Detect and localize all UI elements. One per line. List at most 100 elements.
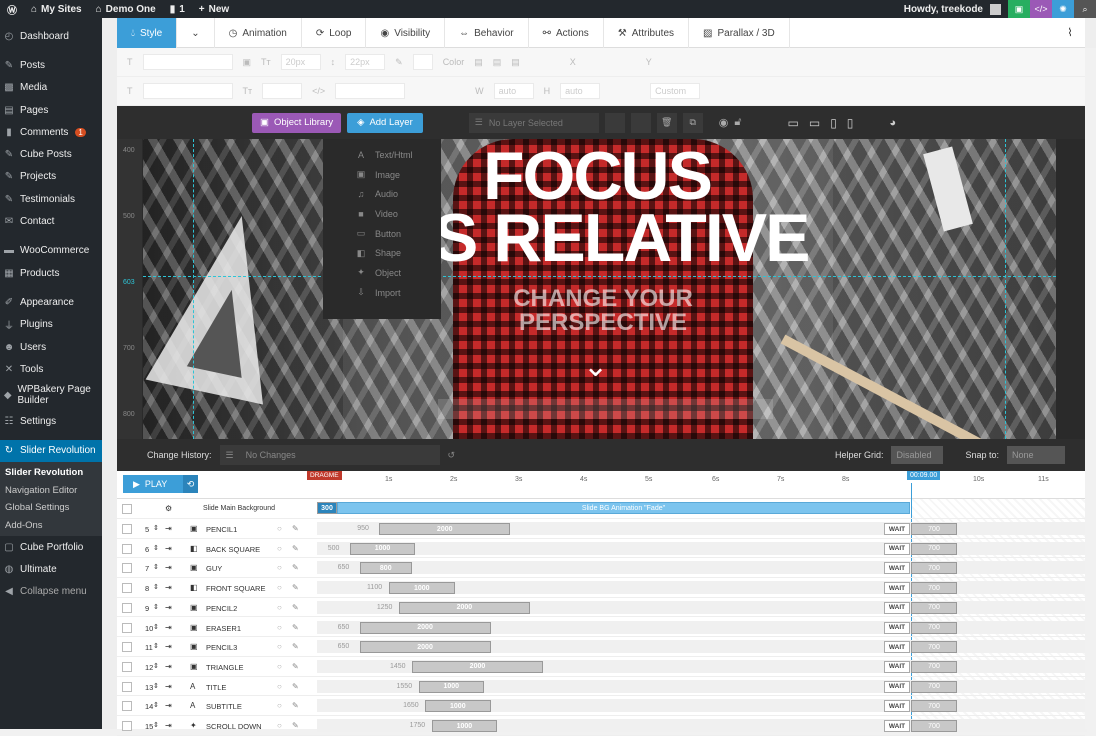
updown-icon[interactable]: ⇕ bbox=[153, 701, 159, 709]
updown-icon[interactable]: ⇕ bbox=[153, 544, 159, 552]
laptop-icon[interactable]: ▭ bbox=[809, 116, 820, 130]
row-checkbox[interactable] bbox=[122, 524, 132, 534]
tab-options[interactable]: ⌇ bbox=[1055, 18, 1085, 47]
layer-name[interactable]: SUBTITLE bbox=[206, 702, 242, 711]
sidebar-item-dashboard[interactable]: ◴ Dashboard bbox=[0, 25, 102, 47]
pencil-icon[interactable]: ✎ bbox=[292, 662, 299, 671]
wait-marker[interactable]: WAIT bbox=[884, 720, 910, 732]
indent-icon[interactable]: ⇥ bbox=[165, 524, 172, 533]
pencil-icon[interactable]: ✎ bbox=[292, 563, 299, 572]
add-layer-option-shape[interactable]: ◧ Shape bbox=[323, 243, 441, 263]
end-animation-bar[interactable]: 700 bbox=[911, 601, 957, 614]
align-center-icon[interactable]: ▤ bbox=[493, 57, 502, 68]
visibility-icon[interactable]: ○ bbox=[277, 642, 282, 651]
trash-icon[interactable]: 🗑 bbox=[656, 112, 677, 133]
layer-row[interactable]: 15 ⇕ ⇥ ✦ SCROLL DOWN ○ ✎ 1750 1000 WAIT 700 bbox=[117, 716, 1087, 736]
wait-marker[interactable]: WAIT bbox=[884, 700, 910, 713]
sidebar-item-tools[interactable]: ✕ Tools bbox=[0, 358, 102, 380]
layer-row[interactable]: 8 ⇕ ⇥ ◧ FRONT SQUARE ○ ✎ 1100 1000 WAIT 700 bbox=[117, 578, 1087, 598]
row-checkbox[interactable] bbox=[122, 563, 132, 574]
pencil-icon[interactable]: ✎ bbox=[292, 682, 299, 691]
chevron-down-icon[interactable]: ⌄ bbox=[583, 349, 608, 384]
tab-behavior[interactable]: ⇔ Behavior bbox=[445, 18, 529, 48]
submenu-item-global-settings[interactable]: Global Settings bbox=[0, 499, 102, 517]
indent-icon[interactable]: ⇥ bbox=[165, 563, 172, 572]
wait-marker[interactable]: WAIT bbox=[884, 641, 910, 654]
pencil-icon[interactable]: ✎ bbox=[292, 603, 299, 612]
letter-spacing-field[interactable] bbox=[262, 83, 303, 99]
sidebar-item-ultimate[interactable]: ◍ Ultimate bbox=[0, 558, 102, 580]
end-animation-bar[interactable]: 700 bbox=[911, 641, 957, 654]
tab-style[interactable]: 💧︎ Style bbox=[117, 18, 178, 48]
add-layer-option-image[interactable]: ▣ Image bbox=[323, 165, 441, 185]
layer-name[interactable]: BACK SQUARE bbox=[206, 545, 260, 554]
updown-icon[interactable]: ⇕ bbox=[153, 682, 159, 690]
tab-attributes[interactable]: ⚒ Attributes bbox=[604, 18, 690, 48]
indent-icon[interactable]: ⇥ bbox=[165, 623, 172, 632]
save-style-icon[interactable]: ▣ bbox=[243, 57, 252, 68]
sidebar-item-slider-revolution[interactable]: ↻ Slider Revolution bbox=[0, 439, 102, 463]
wait-marker[interactable]: WAIT bbox=[884, 680, 910, 693]
align-left-icon[interactable]: ▤ bbox=[474, 57, 483, 68]
end-animation-bar[interactable]: 700 bbox=[911, 700, 957, 713]
visibility-icon[interactable]: ○ bbox=[277, 563, 282, 572]
row-checkbox[interactable] bbox=[122, 661, 132, 672]
subtitle-layer[interactable]: CHANGE YOUR PERSPECTIVE bbox=[503, 287, 703, 335]
phone-icon[interactable]: ▯ bbox=[847, 116, 854, 130]
sidebar-item-comments[interactable]: ▮ Comments 1 bbox=[0, 121, 102, 143]
sidebar-item-settings[interactable]: ☷ Settings bbox=[0, 410, 102, 432]
animation-bar[interactable]: 1000 bbox=[431, 720, 498, 732]
row-checkbox[interactable] bbox=[122, 622, 132, 633]
sidebar-item-posts[interactable]: ✎ Posts bbox=[0, 54, 102, 76]
indent-icon[interactable]: ⇥ bbox=[165, 701, 172, 710]
slide-canvas[interactable]: FOCUS S RELATIVE CHANGE YOUR PERSPECTIVE … bbox=[143, 139, 1056, 439]
wait-marker[interactable]: WAIT bbox=[884, 601, 910, 614]
sidebar-item-products[interactable]: ▦ Products bbox=[0, 262, 102, 284]
search-icon[interactable]: ⌕ bbox=[1074, 0, 1096, 18]
eye-icon[interactable]: ◉ bbox=[719, 116, 729, 129]
pencil-icon[interactable]: ✎ bbox=[292, 642, 299, 651]
layer-row[interactable]: 9 ⇕ ⇥ ▣ PENCIL2 ○ ✎ 1250 2000 WAIT 700 bbox=[117, 598, 1087, 618]
custom-select[interactable]: Custom bbox=[650, 83, 701, 99]
sidebar-item-woocommerce[interactable]: ▬ WooCommerce bbox=[0, 240, 102, 262]
tab-actions[interactable]: ⚯ Actions bbox=[529, 18, 604, 48]
visibility-icon[interactable]: ○ bbox=[277, 701, 282, 710]
updown-icon[interactable]: ⇕ bbox=[153, 623, 159, 631]
wait-marker[interactable]: WAIT bbox=[884, 523, 910, 535]
animation-bar[interactable]: 2000 bbox=[411, 660, 543, 673]
comments-link[interactable]: ▮ 1 bbox=[163, 0, 192, 18]
visibility-icon[interactable]: ○ bbox=[277, 544, 282, 553]
animation-bar[interactable]: 2000 bbox=[359, 621, 491, 634]
indent-icon[interactable]: ⇥ bbox=[165, 603, 172, 612]
row-checkbox[interactable] bbox=[122, 543, 132, 554]
end-animation-bar[interactable]: 700 bbox=[911, 680, 957, 693]
add-layer-option-button[interactable]: ▭ Button bbox=[323, 224, 441, 244]
row-checkbox[interactable] bbox=[122, 642, 132, 653]
sidebar-item-users[interactable]: ☻ Users bbox=[0, 336, 102, 358]
updown-icon[interactable]: ⇕ bbox=[153, 721, 159, 729]
layer-selector[interactable]: ☰ No Layer Selected bbox=[468, 112, 599, 133]
history-icon[interactable]: ⟲ bbox=[183, 475, 198, 493]
align-right-icon[interactable]: ▤ bbox=[511, 57, 520, 68]
layer-row[interactable]: 10 ⇕ ⇥ ▣ ERASER1 ○ ✎ 650 2000 WAIT 700 bbox=[117, 618, 1087, 638]
undo-icon[interactable]: ↺ bbox=[448, 450, 456, 461]
layer-action-2[interactable] bbox=[630, 112, 651, 133]
snap-to-select[interactable]: None bbox=[1007, 446, 1065, 464]
end-animation-bar[interactable]: 700 bbox=[911, 523, 957, 535]
updown-icon[interactable]: ⇕ bbox=[153, 642, 159, 650]
my-sites-link[interactable]: ⌂ My Sites bbox=[24, 0, 89, 18]
page-scrollbar[interactable] bbox=[1085, 48, 1096, 729]
pencil-icon[interactable]: ✎ bbox=[292, 701, 299, 710]
layer-name[interactable]: PENCIL1 bbox=[206, 525, 237, 534]
row-checkbox[interactable] bbox=[122, 681, 132, 692]
sidebar-item-pages[interactable]: ▤ Pages bbox=[0, 99, 102, 121]
animation-bar[interactable]: 800 bbox=[359, 562, 412, 575]
layer-name[interactable]: SCROLL DOWN bbox=[206, 722, 262, 731]
font-size-field[interactable]: 20px bbox=[280, 54, 321, 70]
add-layer-option-text-html[interactable]: A Text/Html bbox=[323, 145, 441, 165]
duplicate-icon[interactable]: ⧉ bbox=[682, 112, 703, 133]
visual-edit-icon[interactable]: ◕ bbox=[889, 117, 896, 129]
layer-name[interactable]: ERASER1 bbox=[206, 624, 241, 633]
change-history-field[interactable]: ☰ No Changes bbox=[219, 445, 440, 465]
submenu-item-slider-revolution[interactable]: Slider Revolution bbox=[0, 464, 102, 482]
